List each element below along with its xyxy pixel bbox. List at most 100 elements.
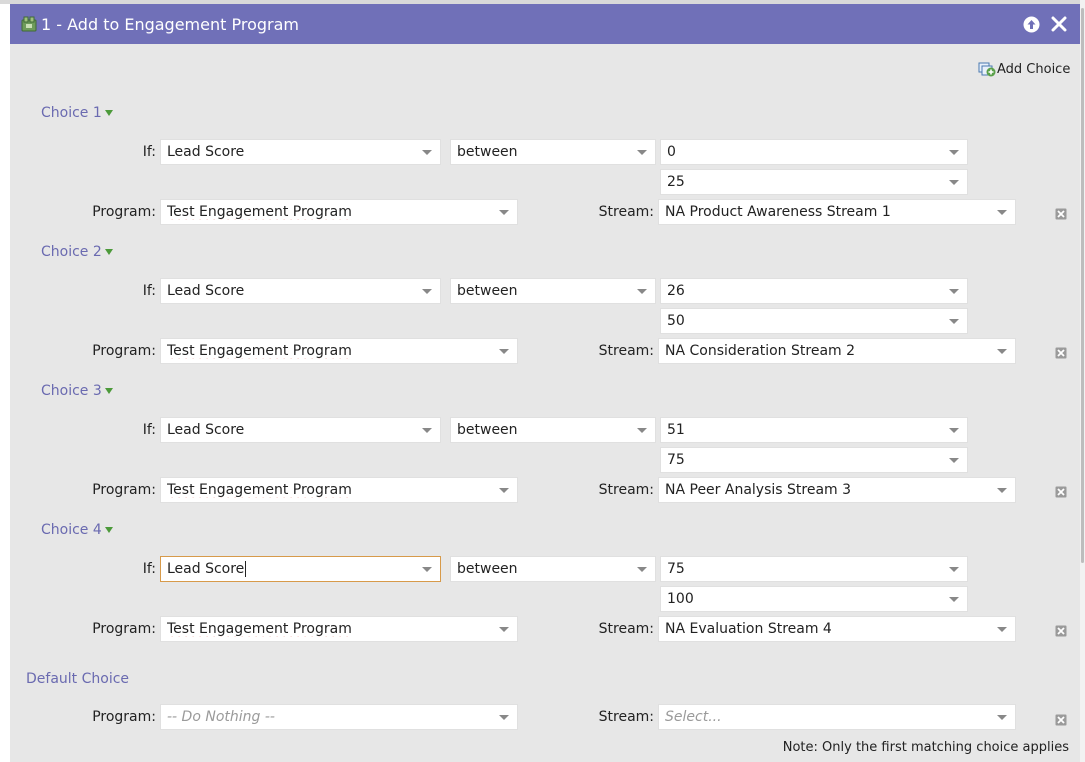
program-label: Program:	[92, 482, 156, 498]
chevron-down-icon	[499, 210, 509, 215]
value-to-select[interactable]: 100	[660, 586, 968, 612]
stream-select[interactable]: NA Product Awareness Stream 1	[658, 199, 1016, 225]
chevron-down-icon	[949, 567, 959, 572]
field-select[interactable]: Lead Score	[160, 417, 441, 443]
chevron-down-icon	[949, 428, 959, 433]
field-value: Lead Score	[167, 561, 245, 577]
delete-box-icon[interactable]	[1055, 208, 1067, 220]
if-label: If:	[142, 144, 156, 160]
choice-heading-label: Choice 1	[41, 105, 102, 121]
dialog-title: 1 - Add to Engagement Program	[41, 14, 299, 34]
flow-step-icon	[21, 16, 37, 32]
close-button[interactable]	[1050, 15, 1068, 33]
stream-value: NA Peer Analysis Stream 3	[665, 482, 852, 498]
program-label: Program:	[92, 343, 156, 359]
chevron-down-icon	[637, 428, 647, 433]
chevron-down-icon	[422, 428, 432, 433]
choice-1-heading[interactable]: Choice 1	[41, 105, 113, 121]
choice-4-heading[interactable]: Choice 4	[41, 522, 113, 538]
program-select[interactable]: Test Engagement Program	[160, 477, 518, 503]
field-select[interactable]: Lead Score	[160, 278, 441, 304]
default-program-select[interactable]: -- Do Nothing --	[160, 704, 518, 730]
stream-value: NA Consideration Stream 2	[665, 343, 856, 359]
chevron-down-icon	[997, 488, 1007, 493]
triangle-down-icon	[104, 110, 113, 116]
chevron-down-icon	[499, 488, 509, 493]
operator-select[interactable]: between	[450, 417, 656, 443]
value-from-select[interactable]: 0	[660, 139, 968, 165]
add-choice-label: Add Choice	[997, 61, 1071, 77]
value-to-select[interactable]: 50	[660, 308, 968, 334]
program-select[interactable]: Test Engagement Program	[160, 616, 518, 642]
delete-box-icon[interactable]	[1055, 486, 1067, 498]
program-value: Test Engagement Program	[167, 343, 352, 359]
value-from: 26	[667, 283, 685, 299]
if-label: If:	[142, 561, 156, 577]
operator-value: between	[457, 561, 518, 577]
panel-edge	[0, 4, 10, 762]
chevron-down-icon	[499, 715, 509, 720]
value-to-select[interactable]: 25	[660, 169, 968, 195]
default-program-placeholder: -- Do Nothing --	[167, 709, 275, 725]
chevron-down-icon	[422, 567, 432, 572]
chevron-down-icon	[499, 627, 509, 632]
stream-select[interactable]: NA Evaluation Stream 4	[658, 616, 1016, 642]
value-from-select[interactable]: 26	[660, 278, 968, 304]
add-choice-icon	[978, 62, 996, 77]
default-stream-placeholder: Select...	[665, 709, 722, 725]
program-value: Test Engagement Program	[167, 621, 352, 637]
field-select[interactable]: Lead Score	[160, 556, 441, 582]
default-stream-select[interactable]: Select...	[658, 704, 1016, 730]
program-value: Test Engagement Program	[167, 204, 352, 220]
chevron-down-icon	[422, 289, 432, 294]
chevron-down-icon	[949, 458, 959, 463]
choice-3-heading[interactable]: Choice 3	[41, 383, 113, 399]
value-from-select[interactable]: 51	[660, 417, 968, 443]
collapse-button[interactable]	[1022, 15, 1040, 33]
chevron-down-icon	[997, 627, 1007, 632]
choice-2-heading[interactable]: Choice 2	[41, 244, 113, 260]
close-x-icon	[1051, 16, 1067, 32]
operator-value: between	[457, 144, 518, 160]
program-select[interactable]: Test Engagement Program	[160, 199, 518, 225]
value-from: 75	[667, 561, 685, 577]
field-select[interactable]: Lead Score	[160, 139, 441, 165]
chevron-down-icon	[997, 349, 1007, 354]
chevron-down-icon	[949, 289, 959, 294]
matching-note: Note: Only the first matching choice app…	[782, 740, 1069, 755]
stream-value: NA Evaluation Stream 4	[665, 621, 832, 637]
chevron-down-icon	[949, 319, 959, 324]
value-from-select[interactable]: 75	[660, 556, 968, 582]
chevron-down-icon	[499, 349, 509, 354]
choice-heading-label: Choice 3	[41, 383, 102, 399]
program-label: Program:	[92, 709, 156, 725]
value-from: 0	[667, 144, 676, 160]
value-to: 25	[667, 174, 685, 190]
delete-box-icon[interactable]	[1055, 347, 1067, 359]
operator-value: between	[457, 422, 518, 438]
program-label: Program:	[92, 621, 156, 637]
stream-label: Stream:	[598, 482, 654, 498]
chevron-down-icon	[637, 567, 647, 572]
delete-box-icon[interactable]	[1055, 625, 1067, 637]
stream-label: Stream:	[598, 204, 654, 220]
program-select[interactable]: Test Engagement Program	[160, 338, 518, 364]
value-to-select[interactable]: 75	[660, 447, 968, 473]
choice-heading-label: Choice 4	[41, 522, 102, 538]
stream-select[interactable]: NA Consideration Stream 2	[658, 338, 1016, 364]
add-choice-button[interactable]: Add Choice	[978, 60, 1070, 78]
delete-box-icon[interactable]	[1055, 714, 1067, 726]
scrollbar-thumb[interactable]	[1081, 8, 1084, 563]
field-value: Lead Score	[167, 144, 245, 160]
operator-select[interactable]: between	[450, 278, 656, 304]
program-value: Test Engagement Program	[167, 482, 352, 498]
chevron-down-icon	[422, 150, 432, 155]
chevron-down-icon	[949, 150, 959, 155]
chevron-down-icon	[997, 210, 1007, 215]
stream-label: Stream:	[598, 343, 654, 359]
triangle-down-icon	[104, 527, 113, 533]
operator-select[interactable]: between	[450, 556, 656, 582]
chevron-down-icon	[997, 715, 1007, 720]
stream-select[interactable]: NA Peer Analysis Stream 3	[658, 477, 1016, 503]
operator-select[interactable]: between	[450, 139, 656, 165]
